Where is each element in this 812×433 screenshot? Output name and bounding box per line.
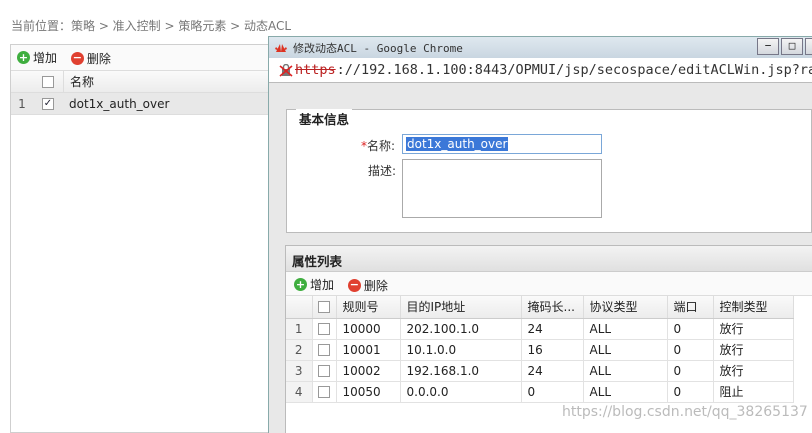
close-button[interactable]: ✕ xyxy=(805,38,812,55)
name-label-text: 名称: xyxy=(367,139,396,153)
page: 当前位置：策略 > 准入控制 > 策略元素 > 动态ACL + 增加 − 删除 … xyxy=(0,0,812,433)
row-checkbox-cell: ✓ xyxy=(33,97,63,110)
attr-add-label: 增加 xyxy=(310,278,335,292)
th-num xyxy=(286,296,313,319)
cell-rule: 10000 xyxy=(336,318,401,340)
plus-icon: + xyxy=(17,51,30,64)
row-num: 4 xyxy=(286,381,313,403)
cell-action: 放行 xyxy=(713,339,794,361)
huawei-logo-icon xyxy=(275,43,287,52)
table-row[interactable]: 3 10002 192.168.1.0 24 ALL 0 放行 xyxy=(286,360,794,382)
plus-icon: + xyxy=(294,278,307,291)
th-port: 端口 xyxy=(667,296,714,319)
row-checkbox[interactable] xyxy=(318,343,330,356)
attribute-table-header: 规则号 目的IP地址 掩码长... 协议类型 端口 控制类型 xyxy=(286,296,794,319)
th-checkbox xyxy=(312,296,337,319)
cell-mask: 24 xyxy=(521,318,584,340)
row-checkbox-cell xyxy=(312,339,337,361)
attr-delete-button[interactable]: − 删除 xyxy=(347,277,388,294)
window-titlebar: 修改动态ACL - Google Chrome − □ ✕ xyxy=(269,37,812,58)
attr-select-all-checkbox[interactable] xyxy=(318,300,330,313)
breadcrumb: 当前位置：策略 > 准入控制 > 策略元素 > 动态ACL xyxy=(0,0,812,40)
name-label: *名称: xyxy=(361,137,395,154)
cell-protocol: ALL xyxy=(583,360,668,382)
cell-rule: 10050 xyxy=(336,381,401,403)
minus-icon: − xyxy=(70,51,84,65)
add-label: 增加 xyxy=(33,51,58,65)
attr-delete-label: 删除 xyxy=(363,279,388,293)
url-protocol: https xyxy=(295,62,336,78)
th-mask: 掩码长... xyxy=(521,296,584,319)
watermark: https://blog.csdn.net/qq_38265137 xyxy=(562,404,808,420)
maximize-button[interactable]: □ xyxy=(781,38,803,55)
cell-port: 0 xyxy=(667,381,714,403)
insecure-lock-icon xyxy=(279,63,293,77)
attr-add-button[interactable]: + 增加 xyxy=(294,276,334,293)
cell-action: 阻止 xyxy=(713,381,794,403)
row-checkbox[interactable] xyxy=(318,385,330,398)
breadcrumb-text: 当前位置：策略 > 准入控制 > 策略元素 > 动态ACL xyxy=(11,19,292,33)
name-input[interactable]: dot1x_auth_over xyxy=(402,134,602,154)
row-num: 1 xyxy=(18,96,26,111)
row-name: dot1x_auth_over xyxy=(69,96,170,111)
window-title: 修改动态ACL - Google Chrome xyxy=(293,41,463,55)
cell-ip: 0.0.0.0 xyxy=(400,381,522,403)
row-checkbox-cell xyxy=(312,381,337,403)
header-name: 名称 xyxy=(63,71,94,92)
row-num: 1 xyxy=(286,318,313,340)
add-button[interactable]: + 增加 xyxy=(17,49,57,66)
delete-label: 删除 xyxy=(86,52,111,66)
cell-port: 0 xyxy=(667,339,714,361)
select-all-checkbox[interactable] xyxy=(42,75,54,88)
acl-list-panel: + 增加 − 删除 名称 1 ✓ dot1x_auth_over xyxy=(10,44,272,433)
minimize-button[interactable]: − xyxy=(757,38,779,55)
row-checkbox-cell xyxy=(312,318,337,340)
table-row[interactable]: 1 10000 202.100.1.0 24 ALL 0 放行 xyxy=(286,318,794,340)
acl-list-toolbar: + 增加 − 删除 xyxy=(11,45,271,71)
th-rule: 规则号 xyxy=(336,296,401,319)
row-checkbox[interactable]: ✓ xyxy=(42,97,54,110)
cell-action: 放行 xyxy=(713,318,794,340)
cell-protocol: ALL xyxy=(583,318,668,340)
address-bar[interactable]: https ://192.168.1.100:8443/OPMUI/jsp/se… xyxy=(269,58,812,83)
cell-mask: 0 xyxy=(521,381,584,403)
cell-rule: 10001 xyxy=(336,339,401,361)
cell-ip: 202.100.1.0 xyxy=(400,318,522,340)
cell-port: 0 xyxy=(667,360,714,382)
table-row[interactable]: 2 10001 10.1.0.0 16 ALL 0 放行 xyxy=(286,339,794,361)
acl-list-row[interactable]: 1 ✓ dot1x_auth_over xyxy=(11,93,271,115)
cell-rule: 10002 xyxy=(336,360,401,382)
cell-mask: 24 xyxy=(521,360,584,382)
cell-action: 放行 xyxy=(713,360,794,382)
attribute-table: 规则号 目的IP地址 掩码长... 协议类型 端口 控制类型 1 10000 2… xyxy=(286,296,794,403)
acl-list-header: 名称 xyxy=(11,71,271,93)
th-action: 控制类型 xyxy=(713,296,794,319)
cell-port: 0 xyxy=(667,318,714,340)
window-controls: − □ ✕ xyxy=(755,37,812,55)
row-checkbox[interactable] xyxy=(318,364,330,377)
minus-icon: − xyxy=(347,278,361,292)
cell-mask: 16 xyxy=(521,339,584,361)
row-checkbox[interactable] xyxy=(318,322,330,335)
attribute-list-toolbar: + 增加 − 删除 xyxy=(286,272,812,296)
table-row[interactable]: 4 10050 0.0.0.0 0 ALL 0 阻止 xyxy=(286,381,794,403)
header-checkbox-cell xyxy=(33,75,63,88)
row-num: 2 xyxy=(286,339,313,361)
row-num: 3 xyxy=(286,360,313,382)
desc-label: 描述: xyxy=(368,164,397,178)
cell-protocol: ALL xyxy=(583,339,668,361)
cell-ip: 10.1.0.0 xyxy=(400,339,522,361)
th-ip: 目的IP地址 xyxy=(400,296,522,319)
cell-protocol: ALL xyxy=(583,381,668,403)
cell-ip: 192.168.1.0 xyxy=(400,360,522,382)
name-input-value: dot1x_auth_over xyxy=(406,137,509,151)
basic-info-legend: 基本信息 xyxy=(296,109,353,128)
th-protocol: 协议类型 xyxy=(583,296,668,319)
delete-button[interactable]: − 删除 xyxy=(70,50,111,67)
attribute-list-title: 属性列表 xyxy=(286,246,812,272)
url-text: ://192.168.1.100:8443/OPMUI/jsp/secospac… xyxy=(336,62,812,78)
description-textarea[interactable] xyxy=(402,159,602,218)
row-checkbox-cell xyxy=(312,360,337,382)
